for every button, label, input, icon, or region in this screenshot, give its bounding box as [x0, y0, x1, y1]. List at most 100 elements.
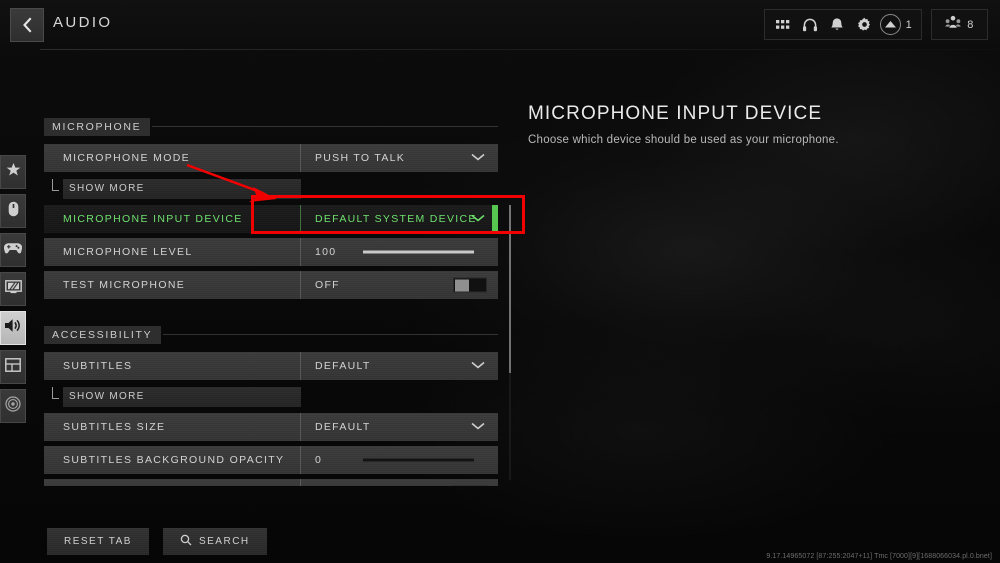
- back-button[interactable]: [10, 8, 44, 42]
- slider-track[interactable]: [363, 458, 474, 462]
- gear-icon[interactable]: [851, 10, 878, 39]
- section-divider: [163, 334, 498, 335]
- chevron-left-icon: [22, 17, 33, 33]
- setting-label: SUBTITLES BACKGROUND OPACITY: [63, 454, 285, 466]
- game-settings-screen: AUDIO 1 8 MICROPHONE MICROPHONE MODE PUS…: [0, 0, 1000, 563]
- setting-row-subtitles-size[interactable]: SUBTITLES SIZE DEFAULT: [44, 413, 498, 441]
- setting-label: SUBTITLES SIZE: [63, 421, 166, 433]
- detail-panel: MICROPHONE INPUT DEVICE Choose which dev…: [528, 103, 958, 146]
- toggle-switch[interactable]: [453, 485, 487, 486]
- setting-label: MICROPHONE INPUT DEVICE: [63, 213, 243, 225]
- setting-row-show-more-subtitles[interactable]: SHOW MORE: [44, 385, 498, 408]
- header-icon-group: 1: [763, 9, 923, 40]
- settings-list[interactable]: MICROPHONE MICROPHONE MODE PUSH TO TALK …: [44, 118, 498, 486]
- detail-description: Choose which device should be used as yo…: [528, 134, 839, 146]
- setting-value-text: DEFAULT SYSTEM DEVICE: [315, 213, 477, 225]
- rank-value: 1: [905, 18, 913, 31]
- setting-row-microphone-mode[interactable]: MICROPHONE MODE PUSH TO TALK: [44, 144, 498, 172]
- sidebar-item-favorites[interactable]: [0, 155, 26, 189]
- slider-track[interactable]: [363, 250, 474, 254]
- show-more-label: SHOW MORE: [63, 178, 301, 199]
- rank-badge[interactable]: 1: [878, 14, 917, 35]
- setting-value[interactable]: DEFAULT SYSTEM DEVICE: [300, 205, 498, 233]
- speaker-icon: [4, 318, 22, 338]
- chevron-down-icon: [471, 213, 485, 225]
- setting-value[interactable]: OFF: [300, 479, 498, 486]
- toggle-state-text: OFF: [315, 279, 340, 291]
- setting-value[interactable]: PUSH TO TALK: [300, 144, 498, 172]
- squad-count: 8: [967, 18, 974, 31]
- interface-icon: [5, 357, 21, 377]
- sidebar-item-controller[interactable]: [0, 233, 26, 267]
- bell-icon[interactable]: [824, 10, 851, 39]
- setting-value[interactable]: 100: [300, 238, 498, 266]
- reset-tab-button[interactable]: RESET TAB: [47, 528, 149, 555]
- sidebar-item-graphics[interactable]: [0, 272, 26, 306]
- slider-fill: [363, 250, 474, 254]
- chevron-down-icon: [471, 360, 485, 372]
- toggle-knob: [455, 279, 469, 291]
- section-title: MICROPHONE: [44, 118, 151, 136]
- section-header-microphone: MICROPHONE: [44, 118, 498, 136]
- sidebar-item-audio[interactable]: [0, 311, 26, 345]
- top-header-bar: AUDIO 1 8: [0, 0, 1000, 50]
- sidebar-item-accessibility[interactable]: [0, 389, 26, 423]
- sidebar-item-interface[interactable]: [0, 350, 26, 384]
- chevron-down-icon: [471, 152, 485, 164]
- setting-row-microphone-level[interactable]: MICROPHONE LEVEL 100: [44, 238, 498, 266]
- setting-label: MICROPHONE LEVEL: [63, 246, 193, 258]
- squad-icon: [945, 15, 961, 34]
- footer-bar: RESET TAB SEARCH: [47, 528, 267, 555]
- setting-row-show-more-microphone[interactable]: SHOW MORE: [44, 177, 498, 200]
- gamepad-icon: [3, 241, 23, 259]
- sidebar-item-mouse[interactable]: [0, 194, 26, 228]
- squad-badge[interactable]: 8: [937, 15, 982, 34]
- mouse-icon: [8, 201, 19, 222]
- setting-row-subtitles-background-opacity[interactable]: SUBTITLES BACKGROUND OPACITY 0: [44, 446, 498, 474]
- section-divider: [152, 126, 498, 127]
- tree-elbow-icon: [52, 179, 59, 191]
- rank-chevron-icon: [879, 14, 901, 35]
- setting-label: SUBTITLES: [63, 360, 133, 372]
- setting-value[interactable]: DEFAULT: [300, 413, 498, 441]
- slider-value: 100: [315, 246, 337, 258]
- section-header-accessibility: ACCESSIBILITY: [44, 325, 498, 344]
- section-title: ACCESSIBILITY: [44, 325, 162, 344]
- reset-tab-label: RESET TAB: [64, 536, 132, 547]
- header-actions: 1 8: [763, 9, 988, 40]
- setting-value-text: PUSH TO TALK: [315, 152, 406, 164]
- tree-elbow-icon: [52, 387, 59, 399]
- search-button[interactable]: SEARCH: [163, 528, 267, 555]
- settings-scrollbar[interactable]: [509, 205, 511, 480]
- setting-row-subtitles[interactable]: SUBTITLES DEFAULT: [44, 352, 498, 380]
- selection-accent-bar: [492, 205, 498, 233]
- chevron-down-icon: [471, 421, 485, 433]
- setting-label: TEST MICROPHONE: [63, 279, 186, 291]
- setting-row-test-microphone[interactable]: TEST MICROPHONE OFF: [44, 271, 498, 299]
- setting-row-mono-audio[interactable]: MONO AUDIO OFF: [44, 479, 498, 486]
- setting-row-microphone-input-device[interactable]: MICROPHONE INPUT DEVICE DEFAULT SYSTEM D…: [44, 205, 498, 233]
- magnifier-icon: [180, 534, 192, 549]
- setting-label: MICROPHONE MODE: [63, 152, 191, 164]
- squad-group[interactable]: 8: [931, 9, 988, 40]
- setting-value-text: DEFAULT: [315, 360, 371, 372]
- page-title: AUDIO: [53, 14, 113, 31]
- build-version-info: 9.17.14965072 [87:255:2047+11] Tmc [7000…: [766, 553, 992, 560]
- setting-value-text: DEFAULT: [315, 421, 371, 433]
- toggle-switch[interactable]: [453, 277, 487, 293]
- setting-label: MONO AUDIO: [44, 479, 300, 486]
- star-icon: [6, 162, 21, 182]
- monitor-icon: [4, 279, 22, 299]
- radar-icon: [5, 395, 21, 417]
- setting-value[interactable]: DEFAULT: [300, 352, 498, 380]
- slider-value: 0: [315, 454, 323, 466]
- grid-icon[interactable]: [770, 10, 797, 39]
- search-label: SEARCH: [198, 536, 250, 547]
- scrollbar-thumb[interactable]: [509, 205, 511, 373]
- show-more-label: SHOW MORE: [63, 386, 301, 407]
- sidebar-rail: [0, 155, 26, 428]
- setting-value[interactable]: OFF: [300, 271, 498, 299]
- setting-value[interactable]: 0: [300, 446, 498, 474]
- headset-icon[interactable]: [797, 10, 824, 39]
